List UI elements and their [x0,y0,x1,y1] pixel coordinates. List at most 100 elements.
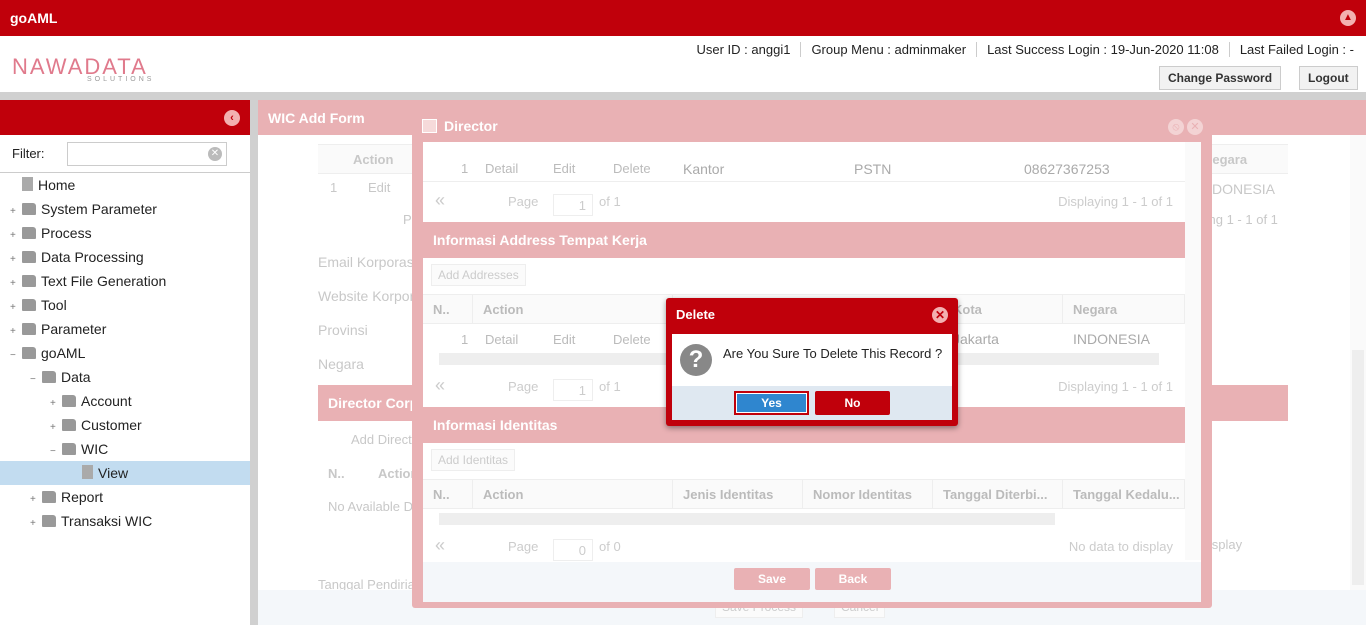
maximize-icon[interactable]: ⦸ [1168,119,1184,135]
no-button[interactable]: No [815,391,890,415]
delete-button[interactable]: Delete [603,156,661,181]
director-scrollbar[interactable] [1185,142,1201,560]
tree-item-label: Data Processing [41,249,144,265]
col-action[interactable]: Action [473,480,673,508]
delete-button[interactable]: Delete [603,326,661,352]
tree-item-goaml[interactable]: − goAML [0,341,250,365]
filter-label: Filter: [12,146,45,161]
bg-page: P [403,212,412,227]
tree-item-label: goAML [41,345,86,361]
col-tanggal-kedaluwarsa[interactable]: Tanggal Kedalu... [1063,480,1185,508]
dialog-body: ? Are You Sure To Delete This Record ? [672,334,952,386]
logout-button[interactable]: Logout [1299,66,1358,90]
displaying-text: Displaying 1 - 1 of 1 [1058,194,1173,209]
tree-item-label: Report [61,489,104,505]
edit-button[interactable]: Edit [543,156,585,181]
detail-button[interactable]: Detail [475,156,528,181]
detail-button[interactable]: Detail [475,326,528,352]
bg-field-negara: Negara [318,356,364,372]
tree-item-text-file-generation[interactable]: + Text File Generation [0,269,250,293]
first-page-icon[interactable]: « [435,535,445,556]
tree-item-label: Tool [41,297,67,313]
phone-row: 1 Detail Edit Delete Kantor PSTN 0862736… [423,156,1185,182]
group-menu: Group Menu : adminmaker [801,42,978,57]
app-title: goAML [10,10,58,26]
page-label: Page [508,194,539,209]
col-kota[interactable]: Kota [943,295,1063,323]
col-no[interactable]: N.. [423,480,473,508]
page-input[interactable]: 0 [553,539,593,561]
col-nomor-identitas[interactable]: Nomor Identitas [803,480,933,508]
save-button[interactable]: Save [734,568,810,590]
scroll-thumb[interactable] [1352,350,1364,585]
tree-item-tool[interactable]: + Tool [0,293,250,317]
folder-icon [22,227,36,239]
main-scrollbar[interactable] [1350,135,1366,590]
dialog-title: Delete [676,307,716,322]
yes-button[interactable]: Yes [734,391,809,415]
expand-icon[interactable]: + [30,512,39,536]
page-of: of 1 [599,379,621,394]
page-of: of 0 [599,539,621,554]
first-page-icon[interactable]: « [435,375,445,396]
folder-icon [42,491,56,503]
folder-icon [22,299,36,311]
tree-item-wic[interactable]: − WIC [0,437,250,461]
edit-button[interactable]: Edit [543,326,585,352]
divider [0,92,1366,100]
col-negara[interactable]: Negara [1063,295,1185,323]
col-jenis-identitas[interactable]: Jenis Identitas [673,480,803,508]
tree-item-label: Process [41,225,92,241]
filter-input[interactable]: ✕ [67,142,227,166]
folder-icon [22,203,36,215]
change-password-button[interactable]: Change Password [1159,66,1282,90]
negara-value: INDONESIA [1073,331,1151,347]
collapse-sidebar-icon[interactable]: ‹ [224,110,240,126]
clear-filter-icon[interactable]: ✕ [208,147,222,161]
tree-item-home[interactable]: Home [0,173,250,197]
add-identitas-button[interactable]: Add Identitas [431,449,516,471]
tree-item-report[interactable]: + Report [0,485,250,509]
tree-item-customer[interactable]: + Customer [0,413,250,437]
tree-item-label: Account [81,393,132,409]
displaying-text: No data to display [1068,539,1173,554]
first-page-icon[interactable]: « [435,190,445,211]
page-input[interactable]: 1 [553,379,593,401]
user-info: User ID : anggi1 Group Menu : adminmaker L… [686,42,1354,57]
folder-icon [62,443,76,455]
tree-item-view[interactable]: View [0,461,250,485]
tree-item-system-parameter[interactable]: + System Parameter [0,197,250,221]
folder-icon [22,251,36,263]
close-window-icon[interactable]: ✕ [1187,119,1203,135]
col-tanggal-diterbitkan[interactable]: Tanggal Diterbi... [933,480,1063,508]
dialog-message: Are You Sure To Delete This Record ? [723,346,943,361]
tree-item-parameter[interactable]: + Parameter [0,317,250,341]
tree-item-transaksi-wic[interactable]: + Transaksi WIC [0,509,250,533]
col-action[interactable]: Action [473,295,673,323]
add-addresses-button[interactable]: Add Addresses [431,264,526,286]
bg-col-n: N.. [328,466,345,481]
tree-item-account[interactable]: + Account [0,389,250,413]
tree-item-data-processing[interactable]: + Data Processing [0,245,250,269]
collapse-header-icon[interactable]: ▲ [1340,10,1356,26]
header: NAWADATA SOLUTIONS User ID : anggi1 Group … [0,36,1366,92]
director-footer: Save Back [423,562,1201,602]
col-no[interactable]: N.. [423,295,473,323]
delete-dialog: Delete ✕ ? Are You Sure To Delete This R… [666,298,958,426]
tree-item-label: Parameter [41,321,107,337]
document-icon [82,465,93,479]
address-section-header: Informasi Address Tempat Kerja [423,222,1185,258]
bg-row-no: 1 [330,180,338,195]
folder-icon [42,371,56,383]
sidebar: ‹ Filter: ✕ Home + System Parameter + Proces… [0,100,250,625]
user-id: User ID : anggi1 [686,42,802,57]
page-input[interactable]: 1 [553,194,593,216]
tree-item-process[interactable]: + Process [0,221,250,245]
splitter[interactable] [250,100,258,625]
identitas-hscroll[interactable] [439,513,1055,525]
back-button[interactable]: Back [815,568,891,590]
tree-item-data[interactable]: − Data [0,365,250,389]
sidebar-header: ‹ [0,100,250,135]
app-titlebar: goAML ▲ [0,0,1366,36]
close-dialog-icon[interactable]: ✕ [932,307,948,323]
